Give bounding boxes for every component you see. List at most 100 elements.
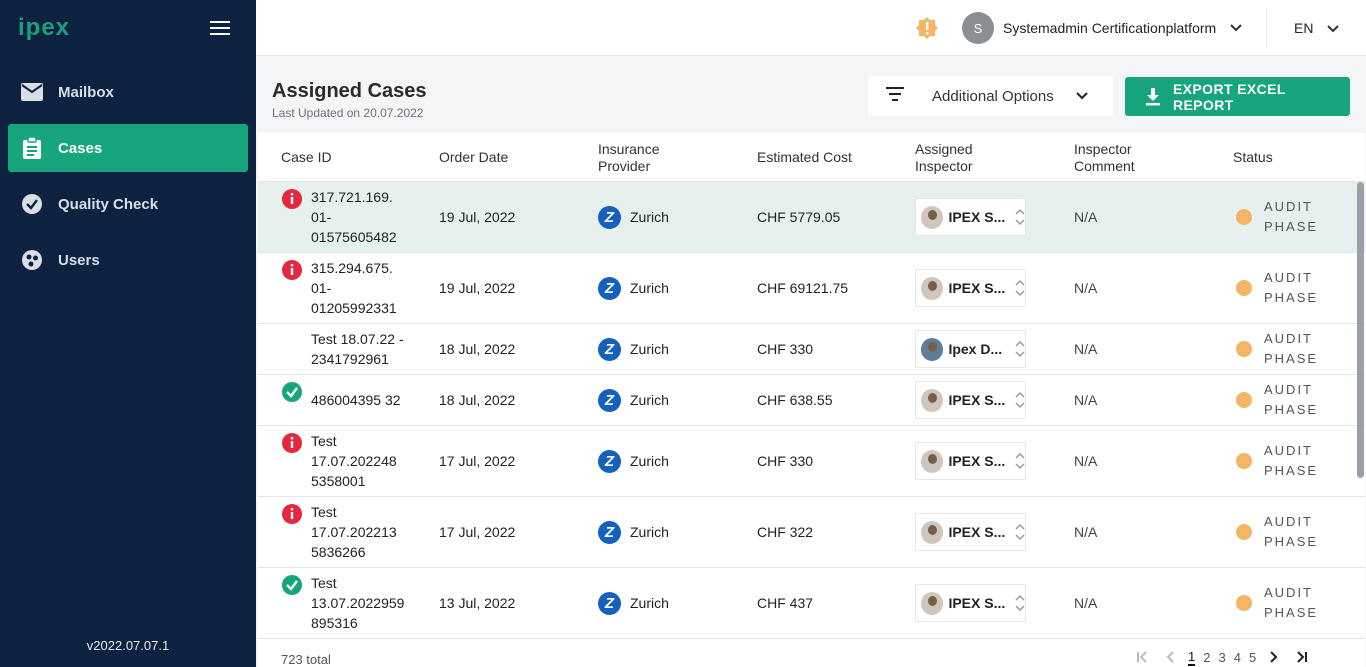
case-id-line: 2341792961 [311,351,389,367]
inspector-name: IPEX S... [948,392,1006,408]
first-page-icon[interactable] [1134,649,1150,665]
inspector-select[interactable]: IPEX S... [915,584,1026,622]
column-header-order-date[interactable]: Order Date [439,149,508,166]
sidebar-item-quality-check[interactable]: Quality Check [8,180,248,228]
case-id-line: 895316 [311,615,358,631]
page-3[interactable]: 3 [1218,650,1225,665]
case-id-line: Test 18.07.22 - [311,331,404,347]
user-name: Systemadmin Certificationplatform [1003,20,1217,36]
status-badge: AUDIT PHASE [1264,583,1324,623]
inspector-name: IPEX S... [948,280,1006,296]
select-arrows-icon [1015,339,1025,359]
status-dot [1236,280,1252,296]
inspector-select[interactable]: IPEX S... [915,198,1026,236]
cell-status: AUDIT PHASE [1236,253,1324,323]
column-header-case-id[interactable]: Case ID [281,149,332,166]
user-menu[interactable]: S Systemadmin Certificationplatform [962,12,1242,44]
table-row[interactable]: 486004395 32 18 Jul, 2022 Z Zurich CHF 6… [258,375,1365,426]
column-header-inspector-comment[interactable]: Inspector Comment [1074,141,1135,175]
column-header-insurance-provider[interactable]: Insurance Provider [598,141,659,175]
additional-options-dropdown[interactable]: Additional Options [868,76,1113,116]
cell-assigned-inspector: IPEX S... [915,426,1026,496]
cell-estimated-cost: CHF 330 [757,341,814,357]
cell-order-date: 17 Jul, 2022 [439,453,516,469]
sidebar-item-label: Users [58,251,100,269]
table-row[interactable]: Test 17.07.202248 5358001 17 Jul, 2022 Z Z… [258,426,1365,497]
cell-inspector-comment: N/A [1074,595,1098,611]
scrollbar[interactable] [1356,182,1365,616]
sidebar-item-mailbox[interactable]: Mailbox [8,68,248,116]
table-row[interactable]: Test 18.07.22 - 2341792961 18 Jul, 2022 Z… [258,324,1365,375]
cell-order-date: 13 Jul, 2022 [439,595,516,611]
top-bar: S Systemadmin Certificationplatform EN [256,0,1366,56]
filter-icon [886,86,904,106]
clipboard-icon [20,136,44,160]
next-page-icon[interactable] [1266,649,1282,665]
cell-insurance-provider: Z Zurich [598,426,669,496]
status-line: PHASE [1264,534,1319,549]
mail-icon [20,80,44,104]
avatar [921,520,944,544]
inspector-select[interactable]: IPEX S... [915,513,1026,551]
inspector-select[interactable]: Ipex D... [915,330,1026,368]
page-5[interactable]: 5 [1249,650,1256,665]
cell-assigned-inspector: IPEX S... [915,182,1026,252]
users-icon [20,248,44,272]
column-header-status[interactable]: Status [1233,149,1273,166]
zurich-logo-icon: Z [598,276,621,300]
menu-icon[interactable] [210,21,230,35]
export-excel-button[interactable]: EXPORT EXCEL REPORT [1125,77,1350,116]
status-line: AUDIT [1264,585,1313,600]
header-line: Assigned [915,141,973,157]
provider-name: Zurich [630,209,669,225]
chevron-down-icon [1076,87,1088,105]
case-id-line: 13.07.2022959 [311,595,405,611]
column-header-assigned-inspector[interactable]: Assigned Inspector [915,141,973,175]
table-row[interactable]: Test 17.07.202213 5836266 17 Jul, 2022 Z Z… [258,497,1365,568]
inspector-select[interactable]: IPEX S... [915,381,1026,419]
download-icon [1145,87,1160,105]
page-1[interactable]: 1 [1188,649,1196,666]
avatar [921,205,944,229]
table-row[interactable]: 315.294.675. 01- 01205992331 19 Jul, 2022 … [258,253,1365,324]
provider-name: Zurich [630,341,669,357]
table-row[interactable]: Test 13.07.2022959 895316 13 Jul, 2022 Z Z… [258,568,1365,639]
sidebar-item-cases[interactable]: Cases [8,124,248,172]
header-line: Inspector [915,158,973,174]
header-line: Inspector [1074,141,1132,157]
sidebar: ipex Mailbox Cases Quality Check Users v… [0,0,256,667]
language-selector[interactable]: EN [1294,20,1353,36]
select-arrows-icon [1015,593,1025,613]
header-line: Comment [1074,158,1135,174]
chevron-down-icon [1230,19,1242,37]
notification-alert-icon[interactable] [916,17,938,44]
inspector-select[interactable]: IPEX S... [915,442,1026,480]
cell-case-id: 486004395 32 [281,375,401,425]
case-id-line: 315.294.675. [311,260,393,276]
previous-page-icon[interactable] [1162,649,1178,665]
avatar [921,591,944,615]
cell-assigned-inspector: IPEX S... [915,375,1026,425]
avatar [921,388,944,412]
case-id-line: Test [311,504,337,520]
page-4[interactable]: 4 [1234,650,1241,665]
select-arrows-icon [1015,451,1025,471]
cell-insurance-provider: Z Zurich [598,375,669,425]
case-id-line: 317.721.169. [311,189,393,205]
sidebar-item-users[interactable]: Users [8,236,248,284]
page-title: Assigned Cases [272,80,427,102]
last-page-icon[interactable] [1294,649,1310,665]
header-line: Provider [598,158,651,174]
inspector-select[interactable]: IPEX S... [915,269,1026,307]
status-dot [1236,341,1252,357]
case-id-line: 5836266 [311,544,366,560]
inspector-name: IPEX S... [948,595,1006,611]
column-header-estimated-cost[interactable]: Estimated Cost [757,149,852,166]
case-id-line: 17.07.202213 [311,524,397,540]
table-row[interactable]: 317.721.169. 01- 01575605482 19 Jul, 2022 … [258,182,1365,253]
status-badge: AUDIT PHASE [1264,268,1324,308]
scrollbar-thumb[interactable] [1357,182,1364,478]
header-line: Insurance [598,141,660,157]
page-2[interactable]: 2 [1203,650,1210,665]
check-circle-icon [20,192,44,216]
